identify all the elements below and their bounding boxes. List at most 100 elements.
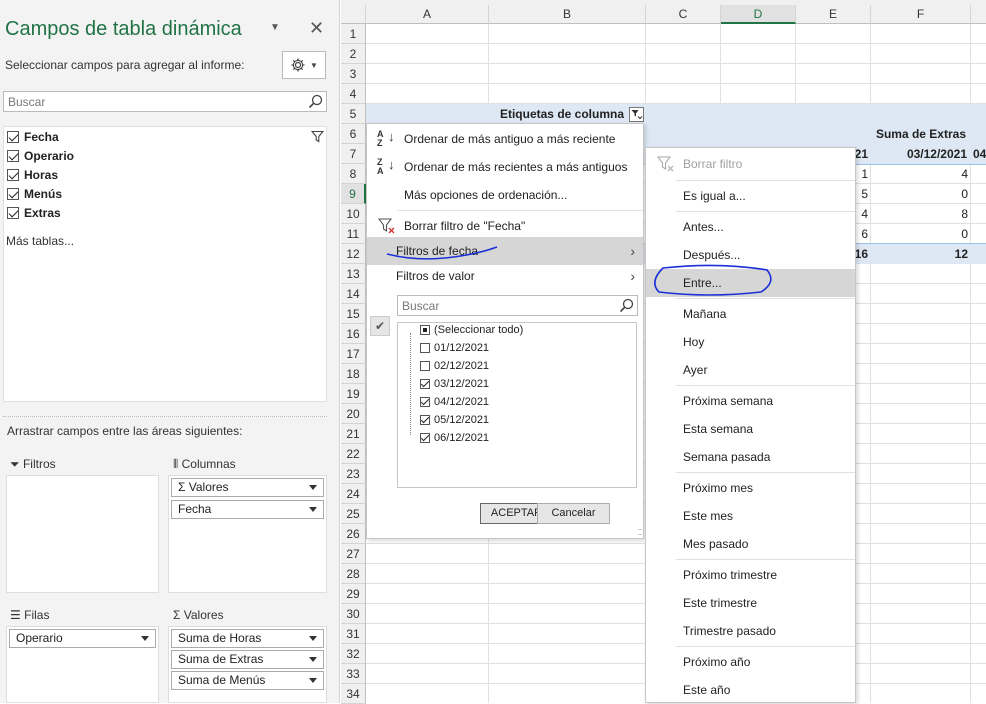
checkbox[interactable] (420, 379, 430, 389)
chevron-down-icon[interactable] (141, 636, 149, 641)
col-header-b[interactable]: B (489, 5, 646, 24)
checkbox[interactable] (420, 433, 430, 443)
row-header[interactable]: 2 (341, 44, 366, 64)
last-quarter-item[interactable]: Trimestre pasado (646, 617, 855, 645)
value-cell[interactable]: 4 (871, 164, 968, 184)
row-header[interactable]: 13 (341, 264, 366, 284)
value-filters-item[interactable]: Filtros de valor › (367, 262, 643, 290)
area-values-drop-zone[interactable]: Suma de Horas Suma de Extras Suma de Men… (168, 626, 327, 703)
col-header-f[interactable]: F (871, 5, 971, 24)
this-quarter-item[interactable]: Este trimestre (646, 589, 855, 617)
clear-date-filter-item[interactable]: Borrar filtro (646, 150, 855, 178)
row-header[interactable]: 16 (341, 324, 366, 344)
col-header-a[interactable]: A (366, 5, 489, 24)
equals-item[interactable]: Es igual a... (646, 182, 855, 210)
total-cell[interactable]: 12 (871, 244, 968, 264)
checkbox[interactable] (7, 150, 19, 162)
row-header[interactable]: 9 (341, 184, 366, 204)
area-filters-drop-zone[interactable] (6, 475, 159, 593)
last-month-item[interactable]: Mes pasado (646, 530, 855, 558)
field-operario[interactable]: Operario (7, 149, 74, 163)
column-item-valores[interactable]: Σ Valores (171, 478, 324, 497)
next-week-item[interactable]: Próxima semana (646, 387, 855, 415)
sort-ascending-item[interactable]: A Z ↓ Ordenar de más antiguo a más recient… (367, 125, 643, 153)
checkbox[interactable] (7, 169, 19, 181)
value-cell[interactable]: 0 (871, 224, 968, 244)
row-header[interactable]: 8 (341, 164, 366, 184)
row-header[interactable]: 22 (341, 444, 366, 464)
row-header[interactable]: 27 (341, 544, 366, 564)
row-header[interactable]: 30 (341, 604, 366, 624)
row-header[interactable]: 12 (341, 244, 366, 264)
chevron-down-icon[interactable] (309, 507, 317, 512)
filter-icon[interactable] (311, 130, 324, 143)
col-header-c[interactable]: C (646, 5, 721, 24)
area-columns-drop-zone[interactable]: Σ Valores Fecha (168, 475, 327, 593)
row-item-operario[interactable]: Operario (9, 629, 156, 648)
row-header[interactable]: 24 (341, 484, 366, 504)
field-fecha[interactable]: Fecha (7, 130, 59, 144)
this-month-item[interactable]: Este mes (646, 502, 855, 530)
select-all-corner[interactable] (341, 5, 366, 24)
this-year-item[interactable]: Este año (646, 676, 855, 702)
chevron-down-icon[interactable] (309, 657, 317, 662)
field-horas[interactable]: Horas (7, 168, 58, 182)
row-header[interactable]: 33 (341, 664, 366, 684)
checkbox[interactable] (420, 397, 430, 407)
yesterday-item[interactable]: Ayer (646, 356, 855, 384)
filter-item[interactable]: 01/12/2021 (420, 342, 489, 354)
next-quarter-item[interactable]: Próximo trimestre (646, 561, 855, 589)
filter-search-input[interactable]: Buscar (397, 295, 638, 316)
checkbox[interactable] (7, 207, 19, 219)
area-rows-drop-zone[interactable]: Operario (6, 626, 159, 703)
field-extras[interactable]: Extras (7, 206, 61, 220)
next-month-item[interactable]: Próximo mes (646, 474, 855, 502)
filter-item[interactable]: 02/12/2021 (420, 360, 489, 372)
row-header[interactable]: 28 (341, 564, 366, 584)
value-item-menus[interactable]: Suma de Menús (171, 671, 324, 690)
value-item-extras[interactable]: Suma de Extras (171, 650, 324, 669)
col-header-g[interactable] (971, 5, 986, 24)
chevron-down-icon[interactable] (309, 485, 317, 490)
tomorrow-item[interactable]: Mañana (646, 300, 855, 328)
row-header[interactable]: 7 (341, 144, 366, 164)
filter-item[interactable]: 03/12/2021 (420, 378, 489, 390)
before-item[interactable]: Antes... (646, 213, 855, 241)
row-header[interactable]: 4 (341, 84, 366, 104)
checkbox[interactable] (7, 131, 19, 143)
checkbox[interactable] (420, 415, 430, 425)
col-header-e[interactable]: E (796, 5, 871, 24)
row-header[interactable]: 3 (341, 64, 366, 84)
close-icon[interactable]: ✕ (309, 18, 324, 39)
row-header[interactable]: 19 (341, 384, 366, 404)
this-week-item[interactable]: Esta semana (646, 415, 855, 443)
tools-button[interactable]: ▼ (282, 51, 326, 79)
more-tables-link[interactable]: Más tablas... (6, 234, 74, 248)
field-menus[interactable]: Menús (7, 187, 62, 201)
chevron-down-icon[interactable] (309, 678, 317, 683)
value-cell[interactable]: 8 (871, 204, 968, 224)
filter-item[interactable]: 05/12/2021 (420, 414, 489, 426)
row-header[interactable]: 1 (341, 24, 366, 44)
row-header[interactable]: 29 (341, 584, 366, 604)
checkbox[interactable] (420, 325, 430, 335)
more-sort-options-item[interactable]: Más opciones de ordenación... (367, 181, 643, 209)
filter-item[interactable]: 04/12/2021 (420, 396, 489, 408)
row-header[interactable]: 6 (341, 124, 366, 144)
next-year-item[interactable]: Próximo año (646, 648, 855, 676)
row-header[interactable]: 10 (341, 204, 366, 224)
sort-descending-item[interactable]: Z A ↓ Ordenar de más recientes a más antig… (367, 153, 643, 181)
col-header-d[interactable]: D (721, 5, 796, 24)
today-item[interactable]: Hoy (646, 328, 855, 356)
row-header[interactable]: 11 (341, 224, 366, 244)
row-header[interactable]: 15 (341, 304, 366, 324)
last-week-item[interactable]: Semana pasada (646, 443, 855, 471)
pane-options-dropdown-icon[interactable]: ▼ (270, 22, 280, 33)
row-header[interactable]: 32 (341, 644, 366, 664)
row-header[interactable]: 25 (341, 504, 366, 524)
column-filter-button[interactable] (629, 107, 644, 122)
checkbox[interactable] (7, 188, 19, 200)
column-item-fecha[interactable]: Fecha (171, 500, 324, 519)
resize-grip-icon[interactable]: ⁚⁚ (638, 528, 642, 537)
row-header[interactable]: 17 (341, 344, 366, 364)
